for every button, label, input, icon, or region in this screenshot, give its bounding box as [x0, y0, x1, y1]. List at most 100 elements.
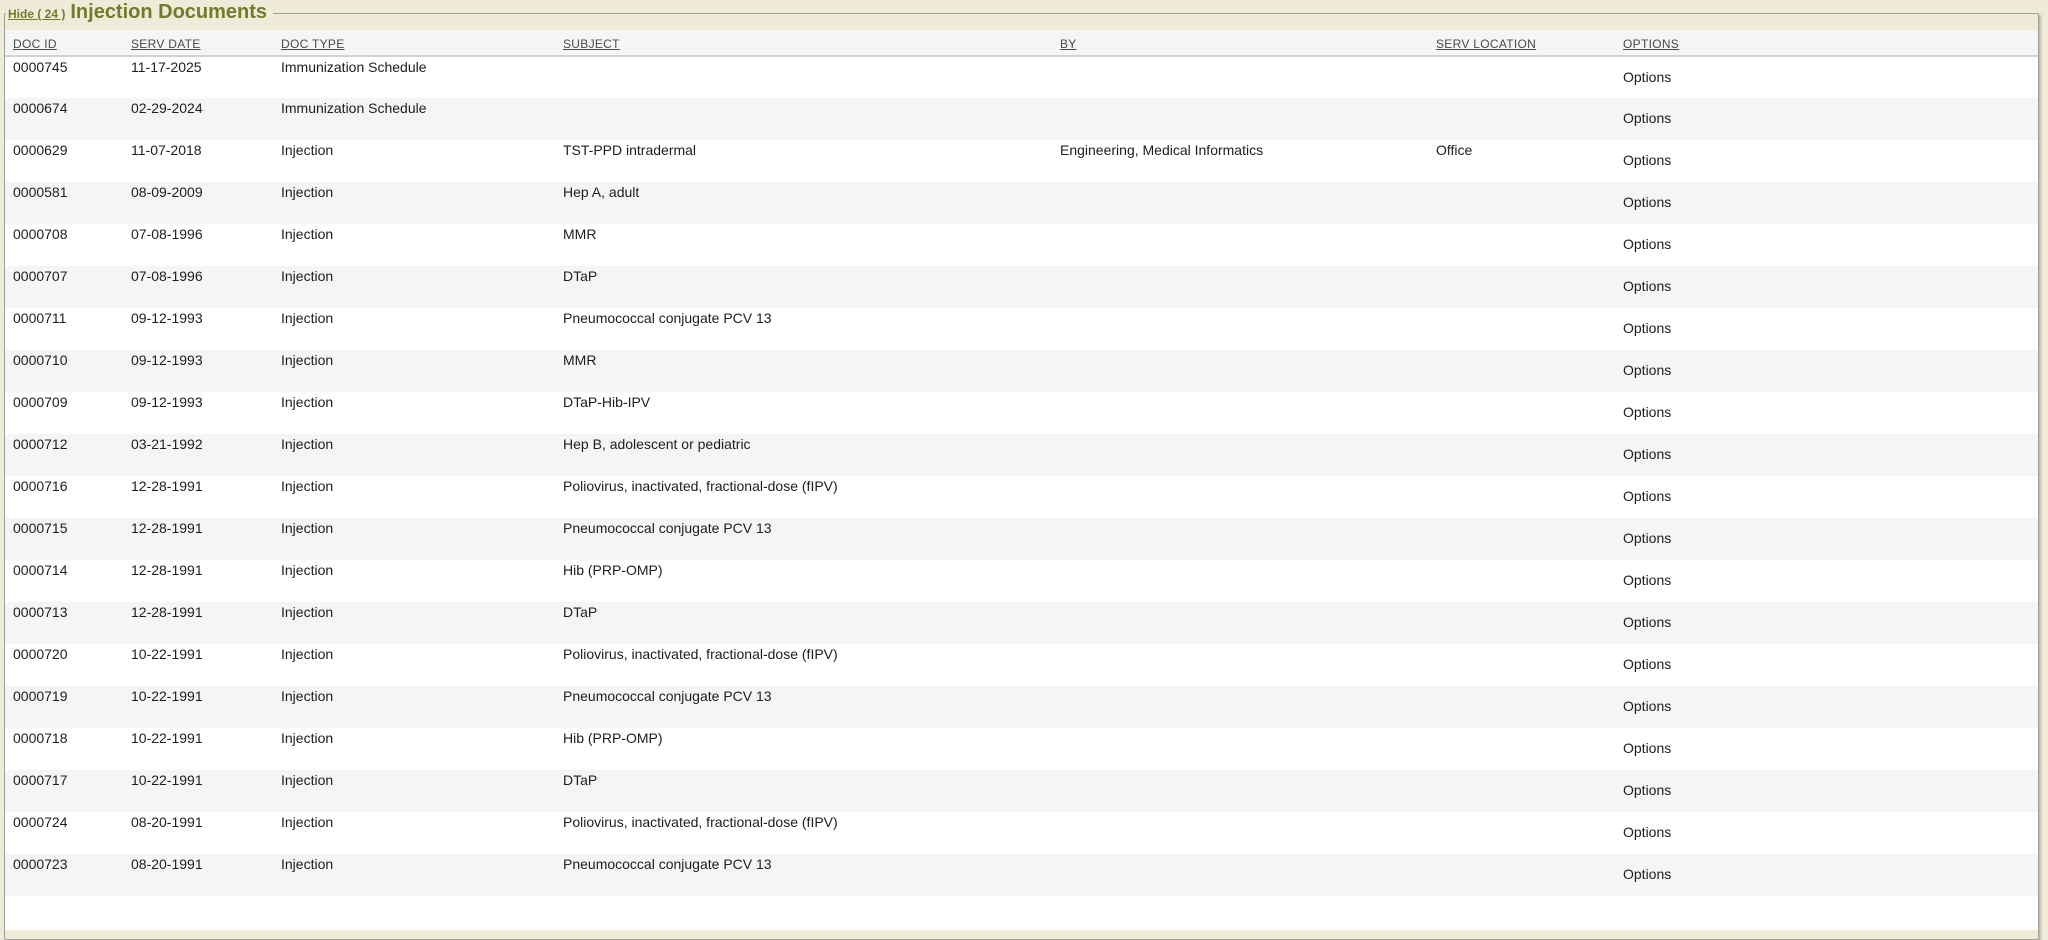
serv-location-cell	[1428, 392, 1615, 434]
table-row: 0000710 09-12-1993 Injection MMR Options	[5, 350, 2038, 392]
doc-id-cell: 0000717	[5, 770, 123, 812]
by-cell	[1052, 224, 1428, 266]
table-row: 0000718 10-22-1991 Injection Hib (PRP-OM…	[5, 728, 2038, 770]
table-row: 0000720 10-22-1991 Injection Poliovirus,…	[5, 644, 2038, 686]
doc-type-cell: Injection	[273, 602, 555, 644]
doc-type-cell: Injection	[273, 434, 555, 476]
by-cell	[1052, 602, 1428, 644]
options-cell: Options	[1615, 140, 2038, 182]
serv-location-cell	[1428, 98, 1615, 140]
panel-title: Injection Documents	[70, 1, 267, 23]
subject-cell: Poliovirus, inactivated, fractional-dose…	[555, 476, 1052, 518]
doc-id-cell: 0000724	[5, 812, 123, 854]
col-header-serv-date[interactable]: SERV DATE	[123, 30, 273, 56]
serv-location-cell	[1428, 644, 1615, 686]
doc-type-cell: Injection	[273, 308, 555, 350]
doc-type-cell: Injection	[273, 770, 555, 812]
col-header-doc-type[interactable]: DOC TYPE	[273, 30, 555, 56]
serv-date-cell: 11-07-2018	[123, 140, 273, 182]
row-options-button[interactable]: Options	[1623, 866, 1671, 882]
table-row: 0000723 08-20-1991 Injection Pneumococca…	[5, 854, 2038, 896]
serv-date-cell: 10-22-1991	[123, 644, 273, 686]
doc-type-cell: Injection	[273, 854, 555, 896]
doc-type-cell: Injection	[273, 266, 555, 308]
subject-cell: Poliovirus, inactivated, fractional-dose…	[555, 644, 1052, 686]
col-header-subject[interactable]: SUBJECT	[555, 30, 1052, 56]
options-cell: Options	[1615, 770, 2038, 812]
serv-date-cell: 09-12-1993	[123, 392, 273, 434]
doc-id-cell: 0000708	[5, 224, 123, 266]
options-cell: Options	[1615, 560, 2038, 602]
serv-date-cell: 10-22-1991	[123, 728, 273, 770]
serv-date-cell: 08-09-2009	[123, 182, 273, 224]
row-options-button[interactable]: Options	[1623, 446, 1671, 462]
subject-cell: Poliovirus, inactivated, fractional-dose…	[555, 812, 1052, 854]
by-cell	[1052, 644, 1428, 686]
serv-date-cell: 03-21-1992	[123, 434, 273, 476]
table-row: 0000709 09-12-1993 Injection DTaP-Hib-IP…	[5, 392, 2038, 434]
row-options-button[interactable]: Options	[1623, 824, 1671, 840]
row-options-button[interactable]: Options	[1623, 614, 1671, 630]
serv-location-cell	[1428, 434, 1615, 476]
doc-id-cell: 0000712	[5, 434, 123, 476]
row-options-button[interactable]: Options	[1623, 782, 1671, 798]
options-cell: Options	[1615, 602, 2038, 644]
row-options-button[interactable]: Options	[1623, 236, 1671, 252]
doc-type-cell: Immunization Schedule	[273, 56, 555, 98]
serv-date-cell: 07-08-1996	[123, 224, 273, 266]
serv-location-cell	[1428, 770, 1615, 812]
row-options-button[interactable]: Options	[1623, 110, 1671, 126]
subject-cell: Hep A, adult	[555, 182, 1052, 224]
row-options-button[interactable]: Options	[1623, 69, 1671, 85]
panel-legend: Hide ( 24 ) Injection Documents	[6, 2, 273, 24]
table-row: 0000715 12-28-1991 Injection Pneumococca…	[5, 518, 2038, 560]
serv-location-cell	[1428, 350, 1615, 392]
doc-type-cell: Injection	[273, 140, 555, 182]
row-options-button[interactable]: Options	[1623, 572, 1671, 588]
col-header-serv-location[interactable]: SERV LOCATION	[1428, 30, 1615, 56]
row-options-button[interactable]: Options	[1623, 698, 1671, 714]
doc-type-cell: Immunization Schedule	[273, 98, 555, 140]
row-options-button[interactable]: Options	[1623, 488, 1671, 504]
doc-id-cell: 0000715	[5, 518, 123, 560]
row-options-button[interactable]: Options	[1623, 404, 1671, 420]
by-cell	[1052, 560, 1428, 602]
serv-date-cell: 12-28-1991	[123, 602, 273, 644]
table-row: 0000708 07-08-1996 Injection MMR Options	[5, 224, 2038, 266]
row-options-button[interactable]: Options	[1623, 152, 1671, 168]
col-header-by[interactable]: BY	[1052, 30, 1428, 56]
row-options-button[interactable]: Options	[1623, 530, 1671, 546]
serv-location-cell	[1428, 224, 1615, 266]
serv-date-cell: 08-20-1991	[123, 854, 273, 896]
row-options-button[interactable]: Options	[1623, 362, 1671, 378]
doc-id-cell: 0000718	[5, 728, 123, 770]
subject-cell: Pneumococcal conjugate PCV 13	[555, 518, 1052, 560]
hide-toggle-link[interactable]: Hide ( 24 )	[8, 7, 65, 21]
table-row: 0000712 03-21-1992 Injection Hep B, adol…	[5, 434, 2038, 476]
row-options-button[interactable]: Options	[1623, 278, 1671, 294]
row-options-button[interactable]: Options	[1623, 740, 1671, 756]
serv-date-cell: 12-28-1991	[123, 476, 273, 518]
doc-id-cell: 0000745	[5, 56, 123, 98]
doc-id-cell: 0000710	[5, 350, 123, 392]
doc-id-cell: 0000707	[5, 266, 123, 308]
by-cell	[1052, 686, 1428, 728]
col-header-doc-id[interactable]: DOC ID	[5, 30, 123, 56]
subject-cell	[555, 56, 1052, 98]
table-row: 0000714 12-28-1991 Injection Hib (PRP-OM…	[5, 560, 2038, 602]
by-cell: Engineering, Medical Informatics	[1052, 140, 1428, 182]
col-header-options[interactable]: OPTIONS	[1615, 30, 2038, 56]
by-cell	[1052, 308, 1428, 350]
table-row-partial	[5, 896, 2038, 930]
doc-id-cell: 0000716	[5, 476, 123, 518]
table-row: 0000581 08-09-2009 Injection Hep A, adul…	[5, 182, 2038, 224]
subject-cell: Hep B, adolescent or pediatric	[555, 434, 1052, 476]
row-options-button[interactable]: Options	[1623, 194, 1671, 210]
doc-id-cell: 0000711	[5, 308, 123, 350]
row-options-button[interactable]: Options	[1623, 320, 1671, 336]
doc-id-cell: 0000581	[5, 182, 123, 224]
by-cell	[1052, 770, 1428, 812]
doc-id-cell: 0000719	[5, 686, 123, 728]
serv-location-cell	[1428, 812, 1615, 854]
row-options-button[interactable]: Options	[1623, 656, 1671, 672]
